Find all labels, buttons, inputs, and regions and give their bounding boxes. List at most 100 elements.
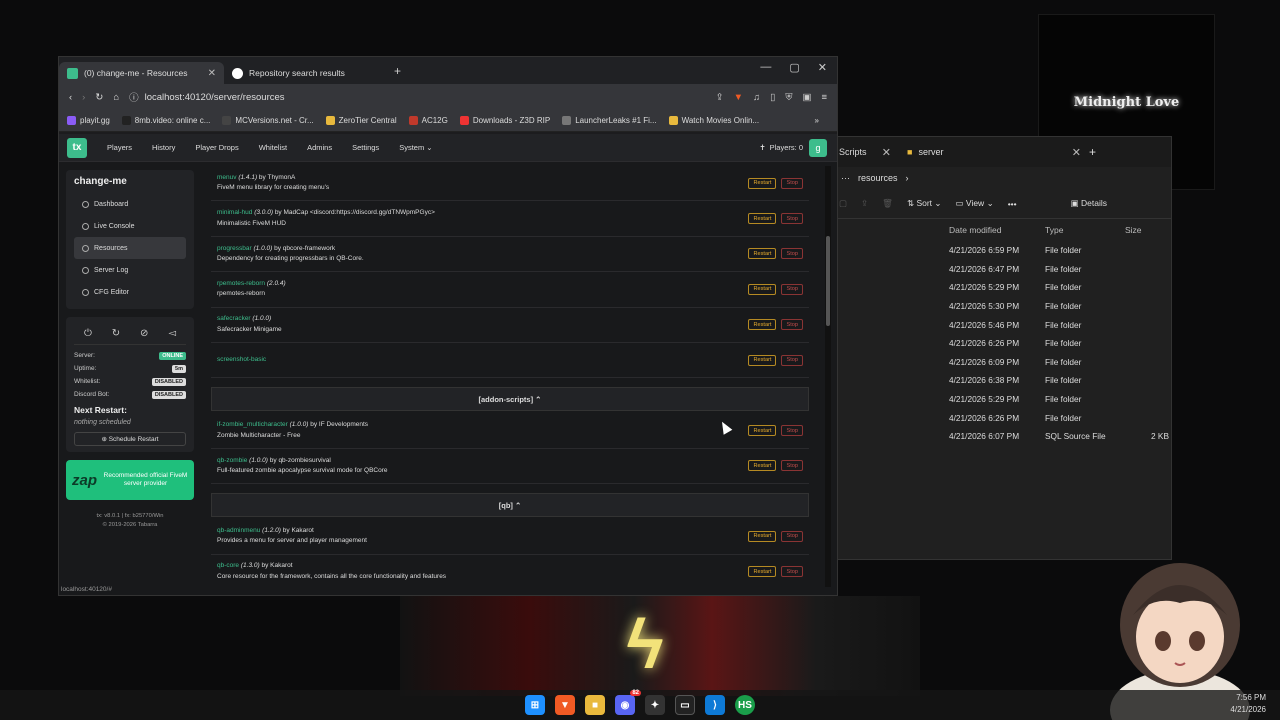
bookmark-item[interactable]: 8mb.video: online c...	[121, 116, 210, 125]
view-button[interactable]: ▭ View ⌄	[956, 198, 994, 209]
stop-button[interactable]: Stop	[781, 213, 803, 225]
bookmark-item[interactable]: Downloads - Z3D RIP	[459, 116, 550, 125]
resource-name[interactable]: menuv	[217, 174, 237, 181]
power-off-icon[interactable]: ⏻	[84, 328, 92, 339]
brave-shield-icon[interactable]: ▼	[734, 92, 743, 103]
new-tab-icon[interactable]: +	[394, 64, 401, 78]
bookmark-item[interactable]: AC12G	[408, 116, 448, 125]
txadmin-logo[interactable]: tx	[67, 137, 87, 158]
col-date[interactable]: Date modified	[945, 225, 1041, 235]
bookmark-item[interactable]: Watch Movies Onlin...	[668, 116, 759, 125]
sidebar-item-cfg-editor[interactable]: CFG Editor	[74, 281, 186, 303]
kick-all-icon[interactable]: ⊘	[140, 328, 148, 339]
file-row[interactable]: 4/21/2026 6:38 PM File folder	[831, 371, 1171, 390]
folder-taskbar-icon[interactable]: ■	[585, 695, 605, 715]
user-avatar[interactable]: g	[809, 138, 827, 157]
stop-button[interactable]: Stop	[781, 354, 803, 366]
restart-button[interactable]: Restart	[748, 530, 777, 542]
sidebar-item-server-log[interactable]: Server Log	[74, 259, 186, 281]
minimize-icon[interactable]: —	[760, 61, 771, 74]
more-icon[interactable]: ···	[841, 173, 850, 183]
bookmark-item[interactable]: playit.gg	[67, 116, 110, 125]
resource-name[interactable]: safecracker	[217, 315, 251, 322]
bookmark-item[interactable]: ZeroTier Central	[325, 116, 397, 125]
app-taskbar-icon[interactable]: ✦	[645, 695, 665, 715]
sidebar-item-resources[interactable]: Resources	[74, 237, 186, 259]
reload-icon[interactable]: ↻	[95, 92, 103, 103]
close-icon[interactable]: ✕	[882, 146, 891, 159]
nav-admins[interactable]: Admins	[297, 143, 342, 152]
nav-system[interactable]: System ⌄	[389, 143, 442, 152]
copy-icon[interactable]: ▢	[839, 198, 847, 209]
file-row[interactable]: 4/21/2026 6:07 PM SQL Source File 2 KB	[831, 427, 1171, 446]
maximize-icon[interactable]: ▢	[789, 61, 799, 74]
nav-whitelist[interactable]: Whitelist	[249, 143, 297, 152]
home-icon[interactable]: ⌂	[113, 92, 119, 103]
close-icon[interactable]: ✕	[1072, 146, 1081, 159]
brave-taskbar-icon[interactable]: ▼	[555, 695, 575, 715]
players-counter[interactable]: ✝ Players: 0	[759, 143, 803, 152]
schedule-restart-button[interactable]: ⊕ Schedule Restart	[74, 432, 186, 446]
restart-button[interactable]: Restart	[748, 248, 777, 260]
media-icon[interactable]: ♫	[753, 92, 760, 103]
close-window-icon[interactable]: ✕	[818, 61, 827, 74]
terminal-taskbar-icon[interactable]: ▭	[675, 695, 695, 715]
bookmark-item[interactable]: LauncherLeaks #1 Fi...	[562, 116, 657, 125]
stop-button[interactable]: Stop	[781, 319, 803, 331]
stop-button[interactable]: Stop	[781, 530, 803, 542]
announce-icon[interactable]: ◅	[168, 328, 176, 339]
sidebar-icon[interactable]: ▯	[770, 92, 775, 103]
menu-icon[interactable]: ≡	[821, 92, 827, 103]
sidebar-item-dashboard[interactable]: Dashboard	[74, 193, 186, 215]
nav-settings[interactable]: Settings	[342, 143, 389, 152]
file-row[interactable]: 4/21/2026 5:46 PM File folder	[831, 315, 1171, 334]
file-row[interactable]: 4/21/2026 6:47 PM File folder	[831, 260, 1171, 279]
file-row[interactable]: 4/21/2026 6:26 PM File folder	[831, 334, 1171, 353]
nav-player-drops[interactable]: Player Drops	[185, 143, 248, 152]
restart-button[interactable]: Restart	[748, 177, 777, 189]
tab-repository-search[interactable]: Repository search results	[224, 62, 394, 84]
stop-button[interactable]: Stop	[781, 460, 803, 472]
resource-name[interactable]: minimal-hud	[217, 209, 252, 216]
nav-history[interactable]: History	[142, 143, 185, 152]
sidebar-item-live-console[interactable]: Live Console	[74, 215, 186, 237]
stop-button[interactable]: Stop	[781, 425, 803, 437]
tab-resources[interactable]: (0) change-me - Resources ✕	[59, 62, 224, 84]
explorer-tab-server[interactable]: ■ server ✕	[899, 137, 1089, 167]
file-row[interactable]: 4/21/2026 5:29 PM File folder	[831, 278, 1171, 297]
discord-taskbar-icon[interactable]: ◉ 82	[615, 690, 641, 715]
restart-icon[interactable]: ↻	[112, 328, 120, 339]
stop-button[interactable]: Stop	[781, 248, 803, 260]
hs-taskbar-icon[interactable]: HS	[735, 695, 755, 715]
details-button[interactable]: ▣ Details	[1071, 198, 1107, 209]
group-header-qb[interactable]: [qb] ⌃	[211, 493, 809, 518]
col-size[interactable]: Size	[1121, 225, 1169, 235]
col-type[interactable]: Type	[1041, 225, 1121, 235]
vpn-icon[interactable]: ⛨	[785, 92, 792, 103]
add-tab-icon[interactable]: +	[1089, 145, 1096, 159]
restart-button[interactable]: Restart	[748, 425, 777, 437]
restart-button[interactable]: Restart	[748, 319, 777, 331]
file-row[interactable]: 4/21/2026 5:30 PM File folder	[831, 297, 1171, 316]
forward-icon[interactable]: ›	[82, 92, 85, 103]
share-icon[interactable]: ⇪	[716, 92, 724, 103]
file-row[interactable]: 4/21/2026 5:29 PM File folder	[831, 390, 1171, 409]
restart-button[interactable]: Restart	[748, 283, 777, 295]
stop-button[interactable]: Stop	[781, 283, 803, 295]
back-icon[interactable]: ‹	[69, 92, 72, 103]
group-header-addon-scripts[interactable]: [addon-scripts] ⌃	[211, 387, 809, 412]
more-options-button[interactable]: •••	[1008, 199, 1017, 209]
resource-name[interactable]: qb-adminmenu	[217, 527, 260, 534]
restart-button[interactable]: Restart	[748, 354, 777, 366]
delete-icon[interactable]: 🗑	[882, 198, 893, 209]
sort-button[interactable]: ⇅ Sort ⌄	[907, 198, 942, 209]
stop-button[interactable]: Stop	[781, 177, 803, 189]
restart-button[interactable]: Restart	[748, 213, 777, 225]
system-clock[interactable]: 7:56 PM 4/21/2026	[1230, 692, 1266, 716]
bookmark-item[interactable]: MCVersions.net - Cr...	[222, 116, 314, 125]
close-tab-icon[interactable]: ✕	[208, 68, 216, 79]
nav-players[interactable]: Players	[97, 143, 142, 152]
url-field[interactable]: ⓘ localhost:40120/server/resources	[129, 90, 706, 105]
file-row[interactable]: 4/21/2026 6:09 PM File folder	[831, 353, 1171, 372]
breadcrumb[interactable]: resources	[858, 173, 898, 183]
